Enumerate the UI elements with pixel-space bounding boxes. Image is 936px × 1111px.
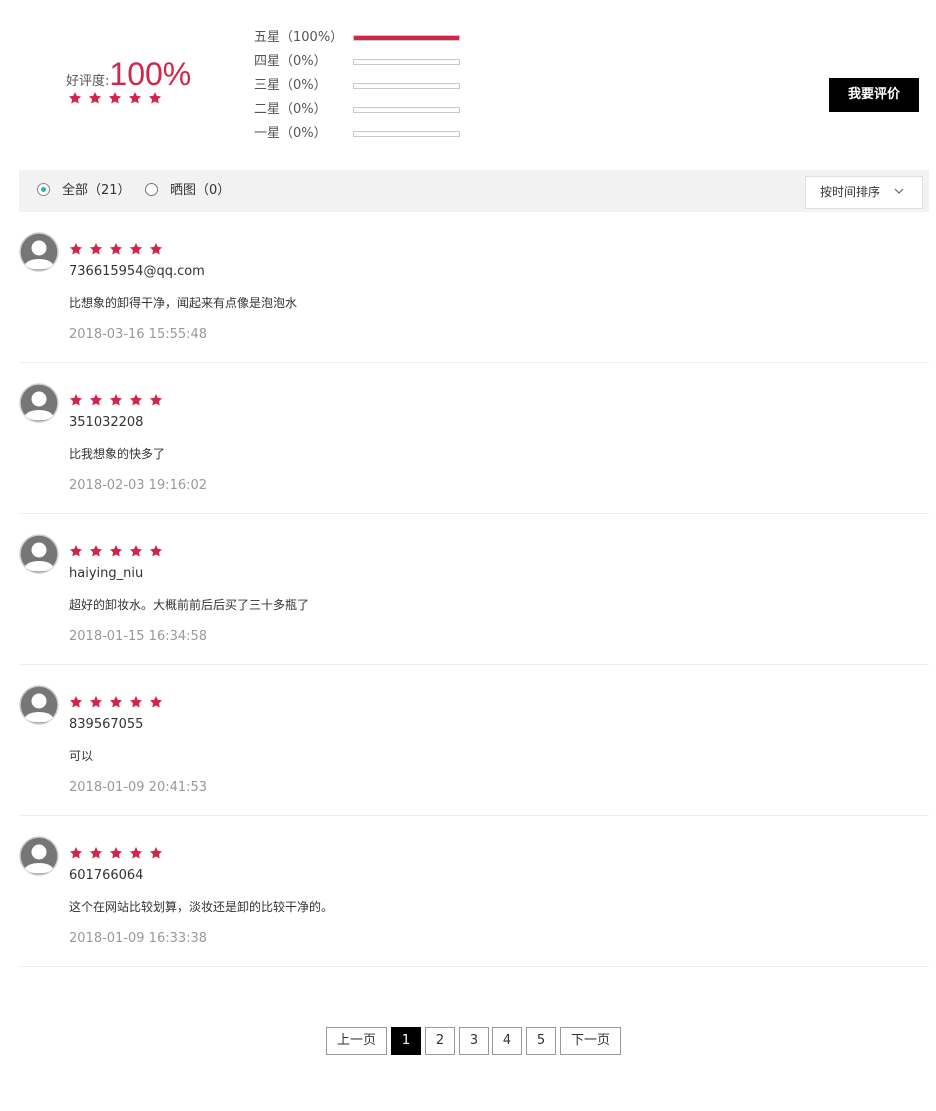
distribution-label: 五星（100%）: [254, 30, 344, 45]
page-button-3[interactable]: 3: [459, 1027, 489, 1055]
star-icon: [89, 544, 103, 558]
star-icon: [129, 544, 143, 558]
review-text: 这个在网站比较划算，淡妆还是卸的比较干净的。: [69, 900, 334, 914]
distribution-bar: [353, 83, 460, 89]
review-time: 2018-03-16 15:55:48: [69, 327, 208, 342]
user-avatar-icon: [19, 534, 59, 574]
distribution-bar: [353, 107, 460, 113]
star-icon: [128, 91, 142, 105]
page-button-1[interactable]: 1: [391, 1027, 421, 1055]
review-item: 601766064 这个在网站比较划算，淡妆还是卸的比较干净的。 2018-01…: [19, 816, 929, 967]
star-icon: [88, 91, 102, 105]
distribution-label: 四星（0%）: [254, 54, 327, 69]
distribution-row-3: 三星（0%）: [254, 77, 474, 95]
star-icon: [129, 695, 143, 709]
user-avatar-icon: [19, 383, 59, 423]
distribution-bar: [353, 131, 460, 137]
review-text: 超好的卸妆水。大概前前后后买了三十多瓶了: [69, 598, 310, 612]
distribution-row-2: 二星（0%）: [254, 101, 474, 119]
star-icon: [109, 846, 123, 860]
good-rate-value: 100%: [109, 56, 192, 92]
star-icon: [69, 846, 83, 860]
pagination: 上一页 1 2 3 4 5 下一页: [0, 1027, 936, 1055]
star-icon: [149, 846, 163, 860]
star-icon: [69, 544, 83, 558]
distribution-label: 三星（0%）: [254, 78, 327, 93]
page-button-2[interactable]: 2: [425, 1027, 455, 1055]
filter-bar: 全部（21） 晒图（0） 按时间排序: [19, 170, 929, 212]
star-icon: [109, 544, 123, 558]
chevron-down-icon: [894, 188, 904, 194]
review-username: haiying_niu: [69, 566, 144, 581]
distribution-bar: [353, 59, 460, 65]
review-item: haiying_niu 超好的卸妆水。大概前前后后买了三十多瓶了 2018-01…: [19, 514, 929, 665]
user-avatar-icon: [19, 685, 59, 725]
good-rate: 好评度:100%: [66, 56, 191, 93]
review-username: 839567055: [69, 717, 144, 732]
review-username: 601766064: [69, 868, 144, 883]
review-stars: [69, 846, 169, 865]
user-avatar-icon: [19, 836, 59, 876]
star-icon: [89, 846, 103, 860]
review-stars: [69, 544, 169, 563]
sort-label: 按时间排序: [820, 185, 881, 199]
radio-unselected-icon[interactable]: [145, 183, 158, 196]
star-icon: [108, 91, 122, 105]
user-avatar-icon: [19, 232, 59, 272]
star-icon: [68, 91, 82, 105]
review-username: 351032208: [69, 415, 144, 430]
write-review-button[interactable]: 我要评价: [829, 78, 919, 112]
review-item: 839567055 可以 2018-01-09 20:41:53: [19, 665, 929, 816]
radio-selected-icon[interactable]: [37, 183, 50, 196]
star-icon: [129, 393, 143, 407]
review-stars: [69, 393, 169, 412]
good-rate-label: 好评度:: [66, 74, 110, 89]
distribution-label: 二星（0%）: [254, 102, 327, 117]
review-time: 2018-02-03 19:16:02: [69, 478, 208, 493]
review-item: 736615954@qq.com 比想象的卸得干净，闻起来有点像是泡泡水 201…: [19, 212, 929, 363]
summary-stars: [68, 91, 168, 110]
review-username: 736615954@qq.com: [69, 264, 205, 279]
filter-all-label: 全部（21）: [62, 183, 131, 198]
star-icon: [69, 242, 83, 256]
filter-photos-label: 晒图（0）: [170, 183, 231, 198]
star-icon: [109, 695, 123, 709]
star-icon: [109, 242, 123, 256]
star-icon: [69, 393, 83, 407]
prev-page-button[interactable]: 上一页: [326, 1027, 387, 1055]
star-icon: [129, 846, 143, 860]
review-time: 2018-01-09 20:41:53: [69, 780, 208, 795]
distribution-row-1: 一星（0%）: [254, 125, 474, 143]
distribution-bar-fill: [354, 36, 459, 40]
distribution-row-5: 五星（100%）: [254, 29, 474, 47]
star-icon: [89, 393, 103, 407]
star-icon: [89, 695, 103, 709]
star-icon: [149, 242, 163, 256]
review-time: 2018-01-15 16:34:58: [69, 629, 208, 644]
distribution-bar: [353, 35, 460, 41]
review-text: 比我想象的快多了: [69, 447, 166, 461]
review-item: 351032208 比我想象的快多了 2018-02-03 19:16:02: [19, 363, 929, 514]
rating-summary: 好评度:100% 五星（100%） 四星（0%） 三星（0%） 二星（0%） 一…: [0, 0, 936, 160]
review-stars: [69, 695, 169, 714]
star-icon: [89, 242, 103, 256]
distribution-label: 一星（0%）: [254, 126, 327, 141]
star-icon: [69, 695, 83, 709]
distribution-row-4: 四星（0%）: [254, 53, 474, 71]
star-icon: [149, 695, 163, 709]
star-icon: [149, 393, 163, 407]
page-button-4[interactable]: 4: [492, 1027, 522, 1055]
review-time: 2018-01-09 16:33:38: [69, 931, 208, 946]
star-icon: [109, 393, 123, 407]
sort-dropdown[interactable]: 按时间排序: [805, 176, 923, 209]
star-icon: [148, 91, 162, 105]
review-text: 比想象的卸得干净，闻起来有点像是泡泡水: [69, 296, 298, 310]
star-icon: [129, 242, 143, 256]
page-button-5[interactable]: 5: [526, 1027, 556, 1055]
star-icon: [149, 544, 163, 558]
next-page-button[interactable]: 下一页: [560, 1027, 621, 1055]
review-text: 可以: [69, 749, 94, 763]
review-stars: [69, 242, 169, 261]
